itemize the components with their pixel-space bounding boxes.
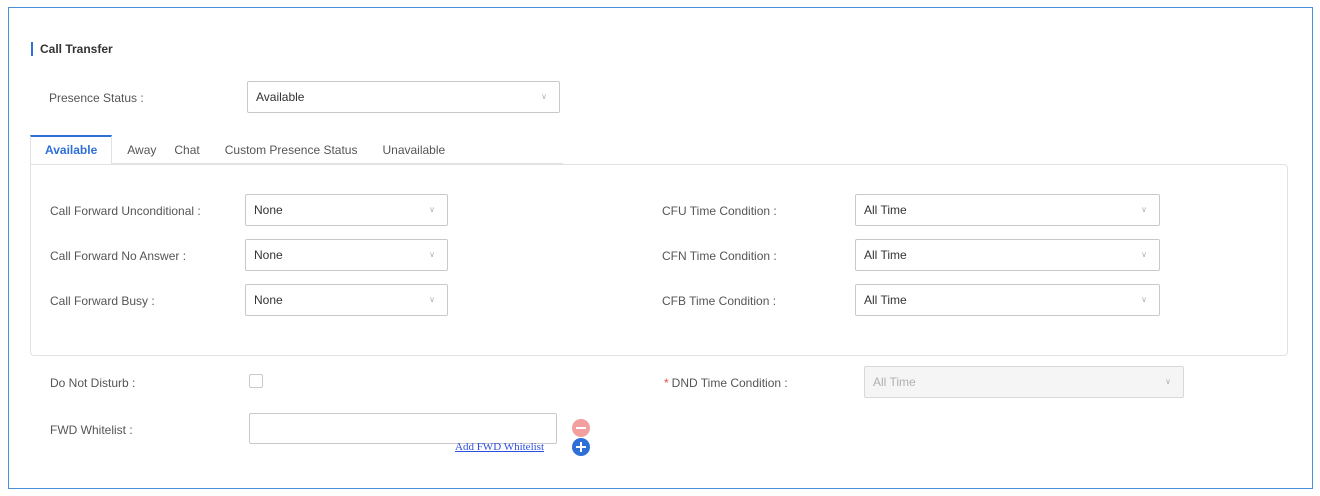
presence-status-value: Available xyxy=(256,90,305,104)
fwd-whitelist-input[interactable] xyxy=(249,413,557,444)
presence-tabs: Available Away Chat Custom Presence Stat… xyxy=(30,135,563,165)
cfb-time-condition-label-text: CFB Time Condition xyxy=(662,294,770,308)
call-forward-busy-select[interactable]: None ∨ xyxy=(245,284,448,316)
required-asterisk: * xyxy=(664,376,669,390)
dnd-label: Do Not Disturb : xyxy=(50,376,135,390)
presence-status-label-text: Presence Status xyxy=(49,91,138,105)
dnd-time-condition-value: All Time xyxy=(873,375,916,389)
cfb-time-condition-label: CFB Time Condition : xyxy=(662,294,776,308)
dnd-time-condition-label: * DND Time Condition : xyxy=(664,376,788,390)
tab-available[interactable]: Available xyxy=(30,135,113,165)
cfn-time-condition-select[interactable]: All Time ∨ xyxy=(855,239,1160,271)
chevron-down-icon: ∨ xyxy=(541,92,547,101)
call-forward-unconditional-select[interactable]: None ∨ xyxy=(245,194,448,226)
label-colon: : xyxy=(140,91,144,105)
label-colon: : xyxy=(773,249,777,263)
dnd-label-text: Do Not Disturb xyxy=(50,376,129,390)
cfu-label-text: Call Forward Unconditional xyxy=(50,204,195,218)
label-colon: : xyxy=(773,204,777,218)
cfu-value: None xyxy=(254,203,283,217)
label-colon: : xyxy=(132,376,136,390)
label-colon: : xyxy=(772,294,777,308)
fwd-whitelist-label: FWD Whitelist : xyxy=(50,423,133,437)
plus-circle-icon[interactable] xyxy=(572,438,590,456)
chevron-down-icon: ∨ xyxy=(1165,377,1171,386)
cfu-label: Call Forward Unconditional : xyxy=(50,204,201,218)
cfn-label-text: Call Forward No Answer xyxy=(50,249,180,263)
cfn-time-condition-value: All Time xyxy=(864,248,907,262)
cfn-value: None xyxy=(254,248,283,262)
chevron-down-icon: ∨ xyxy=(429,295,435,304)
minus-circle-icon[interactable] xyxy=(572,419,590,437)
cfn-label: Call Forward No Answer : xyxy=(50,249,186,263)
chevron-down-icon: ∨ xyxy=(1141,205,1147,214)
cfu-time-condition-value: All Time xyxy=(864,203,907,217)
cfb-label: Call Forward Busy : xyxy=(50,294,155,308)
cfn-time-condition-label-text: CFN Time Condition xyxy=(662,249,771,263)
tab-unavailable[interactable]: Unavailable xyxy=(366,135,454,164)
cfu-time-condition-label: CFU Time Condition : xyxy=(662,204,777,218)
chevron-down-icon: ∨ xyxy=(429,205,435,214)
tab-away[interactable]: Away xyxy=(112,135,165,164)
cfn-time-condition-label: CFN Time Condition : xyxy=(662,249,777,263)
call-forward-no-answer-select[interactable]: None ∨ xyxy=(245,239,448,271)
section-title-text: Call Transfer xyxy=(40,42,113,56)
add-fwd-whitelist-link[interactable]: Add FWD Whitelist xyxy=(455,441,544,453)
tab-custom-presence-status[interactable]: Custom Presence Status xyxy=(209,135,367,164)
label-colon: : xyxy=(151,294,155,308)
section-title: Call Transfer xyxy=(31,42,113,56)
label-colon: : xyxy=(784,376,788,390)
label-colon: : xyxy=(197,204,201,218)
dnd-time-condition-select[interactable]: All Time ∨ xyxy=(864,366,1184,398)
fwd-whitelist-label-text: FWD Whitelist xyxy=(50,423,126,437)
chevron-down-icon: ∨ xyxy=(429,250,435,259)
cfb-value: None xyxy=(254,293,283,307)
cfu-time-condition-select[interactable]: All Time ∨ xyxy=(855,194,1160,226)
do-not-disturb-checkbox[interactable] xyxy=(249,374,263,388)
presence-status-select[interactable]: Available ∨ xyxy=(247,81,560,113)
cfb-label-text: Call Forward Busy xyxy=(50,294,149,308)
chevron-down-icon: ∨ xyxy=(1141,250,1147,259)
label-colon: : xyxy=(129,423,133,437)
cfb-time-condition-select[interactable]: All Time ∨ xyxy=(855,284,1160,316)
chevron-down-icon: ∨ xyxy=(1141,295,1147,304)
presence-status-label: Presence Status : xyxy=(49,91,144,105)
cfb-time-condition-value: All Time xyxy=(864,293,907,307)
label-colon: : xyxy=(182,249,187,263)
dnd-time-condition-label-text: DND Time Condition xyxy=(671,376,782,390)
tab-chat[interactable]: Chat xyxy=(165,135,208,164)
cfu-time-condition-label-text: CFU Time Condition xyxy=(662,204,771,218)
